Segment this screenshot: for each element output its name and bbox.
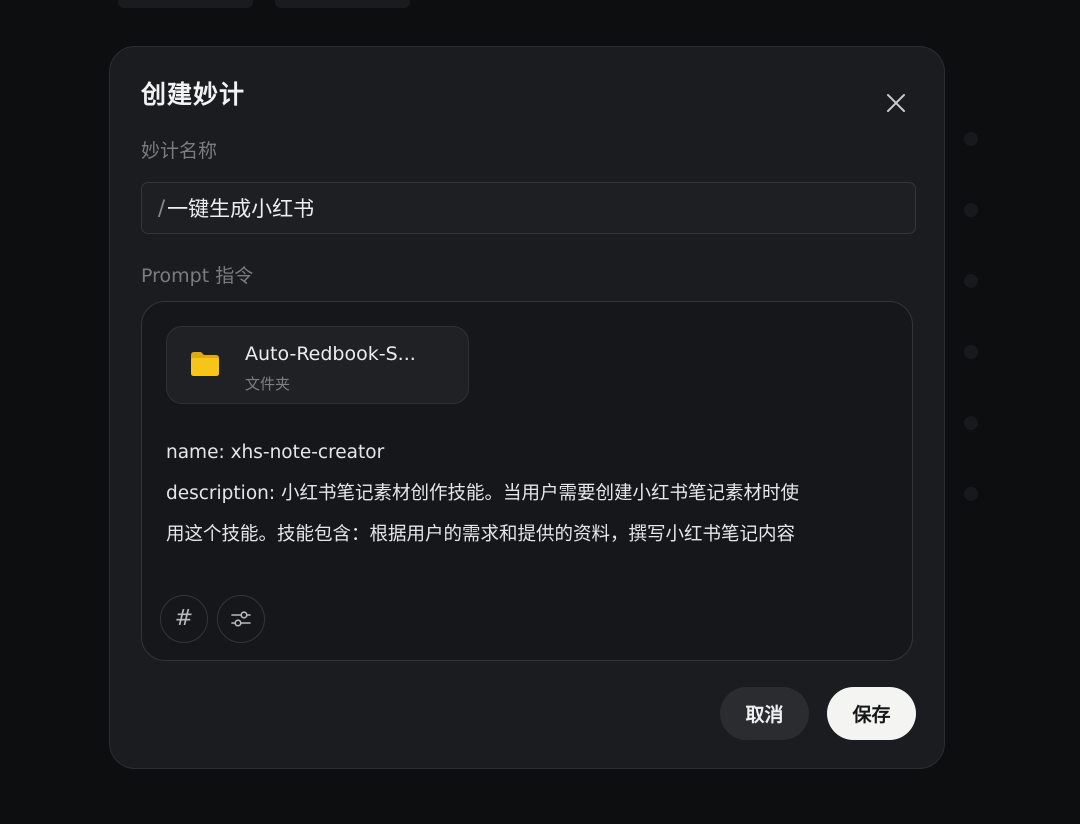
prompt-editor[interactable]: Auto-Redbook-S... 文件夹 name: xhs-note-cre… [141,301,913,661]
background-tab [118,0,253,8]
attachment-type: 文件夹 [245,375,291,393]
settings-button[interactable] [217,595,265,643]
background-icon [964,203,978,217]
dialog-title: 创建妙计 [141,80,246,109]
insert-tag-button[interactable]: # [160,595,208,643]
background-icon [964,416,978,430]
close-icon [887,94,905,112]
prompt-label: Prompt 指令 [141,265,254,287]
cancel-button[interactable]: 取消 [720,687,809,740]
background-icon [964,345,978,359]
prompt-line: 用这个技能。技能包含：根据用户的需求和提供的资料，撰写小红书笔记内容 [166,524,796,545]
folder-icon [191,352,219,376]
background-tab [275,0,410,8]
attachment-card[interactable]: Auto-Redbook-S... 文件夹 [166,326,469,404]
background-icon [964,132,978,146]
skill-name-value: 一键生成小红书 [167,197,315,221]
background-icon [964,274,978,288]
background-icon [964,487,978,501]
close-button[interactable] [884,91,908,115]
attachment-name: Auto-Redbook-S... [245,343,416,365]
sliders-icon [231,611,251,627]
skill-name-input[interactable]: / 一键生成小红书 [141,182,916,234]
name-label: 妙计名称 [141,140,218,162]
save-button[interactable]: 保存 [827,687,916,740]
create-skill-dialog: 创建妙计 妙计名称 / 一键生成小红书 Prompt 指令 Auto-Redbo… [109,46,945,769]
prompt-line: name: xhs-note-creator [166,442,385,463]
hash-icon: # [174,606,194,631]
prompt-line: description: 小红书笔记素材创作技能。当用户需要创建小红书笔记素材时… [166,483,799,504]
slash-prefix: / [158,196,166,220]
prompt-text[interactable]: name: xhs-note-creator description: 小红书笔… [166,432,886,555]
